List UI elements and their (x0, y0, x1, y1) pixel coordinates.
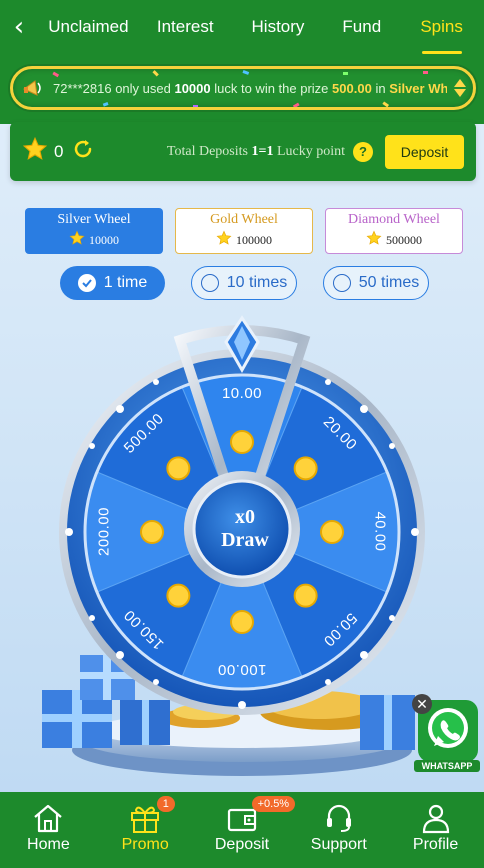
refresh-icon[interactable] (71, 137, 95, 166)
marquee-text: 72***2816 only used 10000 luck to win th… (53, 81, 447, 96)
star-icon (366, 230, 382, 250)
marquee-prize: 500.00 (332, 80, 372, 96)
option-label: 1 time (103, 274, 148, 291)
diamond-wheel-card[interactable]: Diamond Wheel 500000 (325, 208, 463, 254)
wheel-name: Silver Wheel (57, 212, 131, 227)
prize-label: 40.00 (371, 511, 389, 552)
nav-label: Home (27, 836, 70, 853)
option-label: 50 times (358, 274, 420, 291)
bottom-nav: Home 1 Promo +0.5% Deposit Support Profi… (0, 792, 484, 868)
headset-icon (322, 800, 356, 834)
coin-icon (293, 583, 318, 608)
coin-icon (230, 430, 254, 454)
marquee-wheel: Silver Wh (389, 80, 447, 96)
coin-icon (320, 520, 344, 544)
marquee-text-1: only used (115, 80, 171, 96)
nav-support[interactable]: Support (290, 792, 387, 868)
prize-label: 100.00 (217, 661, 267, 678)
prize-label: 200.00 (95, 507, 113, 556)
nav-promo[interactable]: 1 Promo (97, 792, 194, 868)
radio-icon (332, 274, 351, 292)
help-icon[interactable]: ? (353, 141, 373, 162)
draw-label: Draw (221, 529, 269, 551)
star-icon (69, 230, 85, 250)
coin-icon (166, 456, 191, 481)
nav-label: Deposit (214, 836, 270, 853)
coin-icon (140, 520, 164, 544)
check-icon (77, 274, 96, 292)
draw-multiplier: x0 (235, 506, 255, 528)
wheel-points: 500000 (386, 232, 422, 247)
speaker-icon (13, 69, 53, 107)
nav-deposit[interactable]: +0.5% Deposit (194, 792, 296, 868)
total-deposits-label: Total Deposits (166, 143, 248, 159)
close-icon[interactable]: ✕ (412, 694, 432, 714)
radio-icon (200, 274, 219, 292)
fifty-times-option[interactable]: 50 times (323, 266, 429, 300)
star-icon (22, 136, 48, 167)
nav-label: Profile (412, 836, 459, 853)
wheel-name: Gold Wheel (210, 212, 278, 227)
tab-unclaimed[interactable]: Unclaimed (38, 0, 139, 54)
nav-label: Promo (121, 836, 169, 853)
user-icon (419, 800, 453, 834)
promo-badge: 1 (156, 796, 175, 812)
silver-wheel-card[interactable]: Silver Wheel 10000 (25, 208, 163, 254)
nav-home[interactable]: Home (0, 792, 97, 868)
deposit-button[interactable]: Deposit (385, 134, 464, 169)
chevron-left-icon[interactable]: ‹ (0, 0, 38, 54)
tab-interest[interactable]: Interest (139, 0, 232, 54)
wheel-points: 10000 (89, 232, 119, 247)
lucky-point-label: Lucky point (276, 143, 345, 159)
scroll-arrows-icon[interactable] (447, 79, 473, 97)
spin-count-selector: 1 time 10 times 50 times (60, 266, 430, 300)
one-time-option[interactable]: 1 time (60, 266, 165, 300)
whatsapp-widget[interactable]: ✕ WHATSAPP (412, 694, 484, 774)
winner-marquee: 72***2816 only used 10000 luck to win th… (10, 66, 476, 110)
tab-history[interactable]: History (232, 0, 325, 54)
draw-button[interactable]: x0 Draw (197, 481, 293, 577)
wheel-selector: Silver Wheel 10000 Gold Wheel 100000 Dia… (25, 208, 463, 254)
ten-times-option[interactable]: 10 times (191, 266, 297, 300)
gold-wheel-card[interactable]: Gold Wheel 100000 (175, 208, 313, 254)
nav-label: Support (310, 836, 367, 853)
tab-spins[interactable]: Spins (399, 0, 484, 54)
star-icon (216, 230, 232, 250)
option-label: 10 times (226, 274, 288, 291)
marquee-text-2: luck to win the prize (214, 80, 329, 96)
nav-profile[interactable]: Profile (387, 792, 484, 868)
deposit-badge: +0.5% (251, 796, 296, 812)
marquee-luck: 10000 (174, 80, 211, 96)
marquee-user: 72***2816 (53, 80, 112, 96)
tab-list: Unclaimed Interest History Fund Spins (38, 0, 484, 54)
lucky-point-count: 0 (54, 141, 64, 161)
top-tab-bar: ‹ Unclaimed Interest History Fund Spins (0, 0, 484, 54)
deposit-ratio: 1=1 (251, 143, 274, 159)
coin-icon (230, 610, 254, 634)
wheel-name: Diamond Wheel (348, 212, 440, 227)
coin-icon (166, 583, 191, 608)
wheel-points: 100000 (236, 232, 272, 247)
total-deposits-text: Total Deposits 1=1 Lucky point (167, 144, 345, 160)
marquee-text-3: in (375, 80, 386, 96)
tab-fund[interactable]: Fund (324, 0, 399, 54)
coin-icon (293, 456, 318, 481)
prize-label: 10.00 (221, 385, 263, 402)
lucky-point-row: 0 Total Deposits 1=1 Lucky point ? Depos… (10, 122, 476, 181)
home-icon (31, 800, 65, 834)
whatsapp-label: WHATSAPP (414, 760, 480, 772)
